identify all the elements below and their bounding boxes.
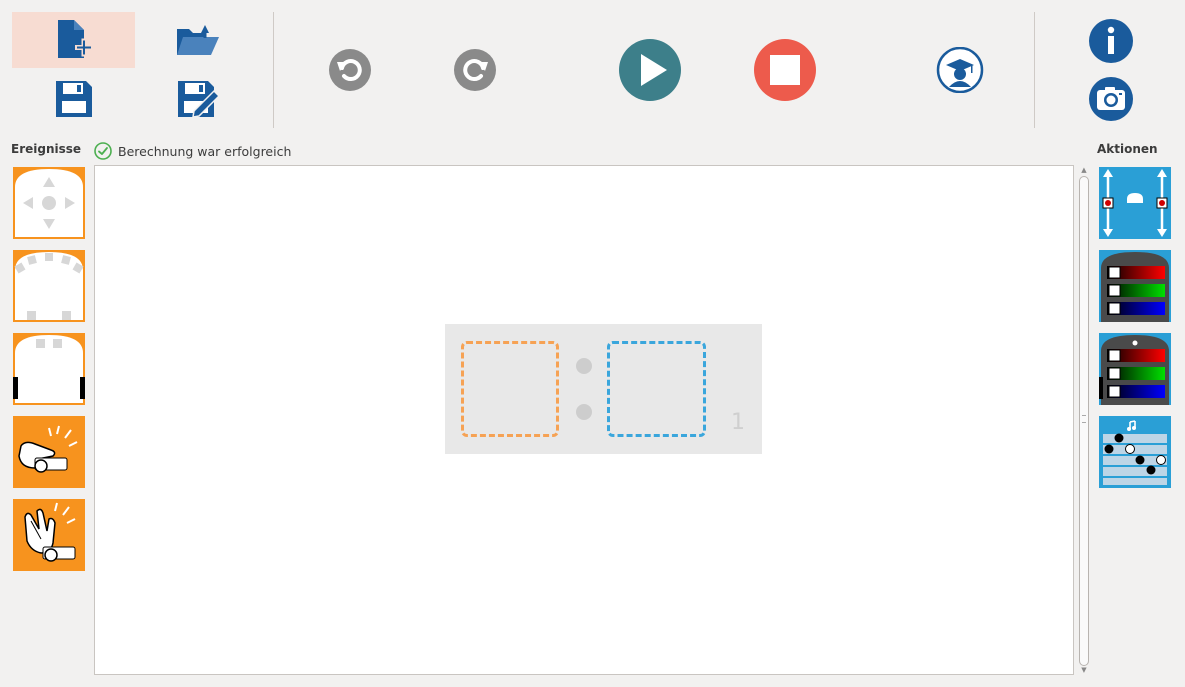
ground-prox-event-block[interactable] [13, 333, 85, 405]
canvas-scrollbar[interactable]: ▲ ▼ [1078, 166, 1090, 675]
stop-button[interactable] [752, 37, 818, 103]
open-folder-icon [177, 25, 219, 55]
status-bar: Berechnung war erfolgreich [94, 141, 291, 161]
actions-panel-title: Aktionen [1097, 142, 1158, 156]
run-button[interactable] [617, 37, 683, 103]
pair-separator-dot-bottom [576, 404, 592, 420]
new-file-icon [57, 20, 93, 58]
advanced-mode-button[interactable] [934, 46, 986, 94]
save-as-icon [178, 81, 220, 118]
ground-prox-event-icon [13, 335, 85, 403]
redo-button[interactable] [452, 47, 498, 93]
save-icon [56, 81, 92, 117]
camera-icon [1089, 77, 1133, 121]
clap-event-block[interactable] [13, 499, 85, 571]
redo-icon [454, 49, 496, 91]
top-colors-action-block[interactable] [1099, 250, 1171, 322]
event-slot[interactable] [461, 341, 559, 437]
tap-event-icon [18, 425, 78, 473]
screenshot-button[interactable] [1087, 75, 1135, 123]
tap-event-block[interactable] [13, 416, 85, 488]
toolbar-separator [1034, 12, 1035, 128]
scrollbar-grip [1082, 415, 1086, 423]
save-as-button[interactable] [172, 74, 224, 124]
program-canvas[interactable]: 1 [94, 165, 1074, 675]
front-prox-event-block[interactable] [13, 250, 85, 322]
action-slot[interactable] [607, 341, 706, 437]
undo-icon [329, 49, 371, 91]
info-icon [1089, 19, 1133, 63]
graduation-cap-icon [936, 47, 984, 93]
events-panel-title: Ereignisse [11, 142, 82, 156]
top-colors-action-icon [1101, 252, 1169, 322]
pair-number: 1 [731, 410, 745, 435]
scroll-down-arrow[interactable]: ▼ [1080, 666, 1088, 674]
motors-action-icon [1102, 169, 1168, 237]
status-message: Berechnung war erfolgreich [118, 143, 292, 159]
stop-icon [754, 39, 816, 101]
check-circle-icon [94, 142, 112, 160]
scrollbar-thumb[interactable] [1079, 176, 1089, 666]
scroll-up-arrow[interactable]: ▲ [1080, 166, 1088, 174]
buttons-event-icon [15, 169, 83, 237]
music-action-block[interactable] [1099, 416, 1171, 488]
toolbar-separator [273, 12, 274, 128]
buttons-event-block[interactable] [13, 167, 85, 239]
new-file-button[interactable] [12, 12, 135, 68]
pair-separator-dot-top [576, 358, 592, 374]
play-icon [619, 39, 681, 101]
motors-action-block[interactable] [1099, 167, 1171, 239]
music-action-icon [1103, 420, 1167, 485]
undo-button[interactable] [327, 47, 373, 93]
open-file-button[interactable] [170, 16, 226, 64]
bottom-colors-action-icon [1099, 335, 1169, 405]
bottom-colors-action-block[interactable] [1099, 333, 1171, 405]
clap-event-icon [24, 502, 76, 562]
event-action-pair[interactable]: 1 [445, 324, 762, 454]
front-prox-event-icon [14, 252, 84, 320]
save-button[interactable] [48, 74, 100, 124]
about-button[interactable] [1087, 17, 1135, 65]
